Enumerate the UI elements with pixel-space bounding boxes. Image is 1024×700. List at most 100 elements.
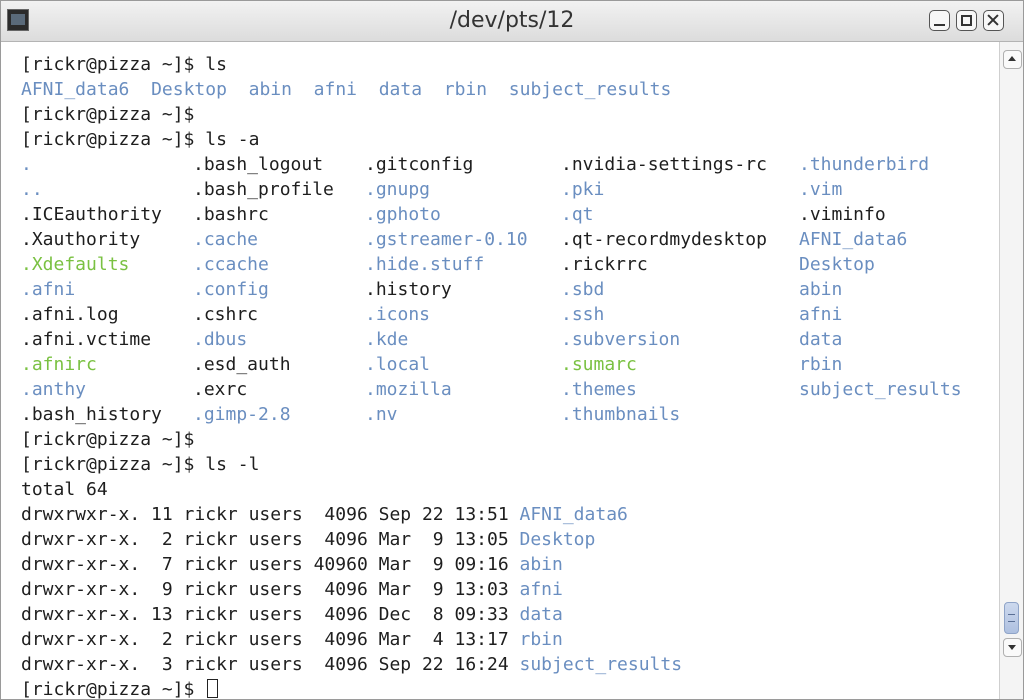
vertical-scrollbar[interactable] — [999, 42, 1023, 699]
ls-l-row: drwxr-xr-x. 2 rickr users 4096 Mar 9 13:… — [21, 527, 595, 552]
maximize-button[interactable] — [956, 10, 977, 31]
directory-entry: Desktop — [519, 529, 596, 550]
file-entry: .qt-recordmydesktop — [561, 229, 767, 250]
file-entry: .nv — [365, 404, 398, 425]
file-entry: .sbd — [561, 279, 605, 300]
file-entry: .rickrrc — [561, 254, 648, 275]
file-entry: .thumbnails — [561, 404, 681, 425]
file-entry: afni — [799, 304, 843, 325]
minimize-button[interactable] — [929, 10, 950, 31]
directory-entry: abin — [248, 79, 292, 100]
ls-l-row: drwxr-xr-x. 13 rickr users 4096 Dec 8 09… — [21, 602, 563, 627]
file-metadata: drwxrwxr-x. 11 rickr users 4096 Sep 22 1… — [21, 504, 520, 525]
prompt: [rickr@pizza ~]$ — [21, 679, 195, 699]
file-entry: .gstreamer-0.10 — [365, 229, 528, 250]
file-entry: .dbus — [193, 329, 248, 350]
command-line: [rickr@pizza ~]$ ls -a — [21, 129, 260, 150]
terminal-output[interactable]: [rickr@pizza ~]$ ls AFNI_data6 Desktop a… — [1, 42, 999, 699]
command-line: [rickr@pizza ~]$ ls — [21, 54, 227, 75]
file-entry: . — [21, 154, 32, 175]
file-entry: .bash_profile — [193, 179, 334, 200]
file-entry: subject_results — [799, 379, 962, 400]
file-entry: .gitconfig — [365, 154, 474, 175]
command-line: [rickr@pizza ~]$ — [21, 427, 194, 452]
directory-entry: rbin — [443, 79, 488, 100]
file-entry: .afni.vctime — [21, 329, 152, 350]
ls-l-row: drwxrwxr-x. 11 rickr users 4096 Sep 22 1… — [21, 502, 628, 527]
directory-entry: Desktop — [151, 79, 227, 100]
file-entry: .thunderbird — [799, 154, 930, 175]
command-line: [rickr@pizza ~]$ — [21, 677, 219, 699]
ls-output-line: AFNI_data6 Desktop abin afni data rbin s… — [21, 77, 671, 102]
file-entry: .viminfo — [799, 204, 886, 225]
file-entry: .anthy — [21, 379, 87, 400]
prompt: [rickr@pizza ~]$ — [21, 54, 195, 75]
ls-l-row: drwxr-xr-x. 3 rickr users 4096 Sep 22 16… — [21, 652, 682, 677]
scroll-down-arrow-icon[interactable] — [1003, 638, 1022, 657]
file-metadata: drwxr-xr-x. 2 rickr users 4096 Mar 9 13:… — [21, 529, 520, 550]
command-line: [rickr@pizza ~]$ ls -l — [21, 454, 260, 475]
file-entry: data — [799, 329, 843, 350]
file-entry: .Xauthority — [21, 229, 141, 250]
file-entry: .gimp-2.8 — [193, 404, 291, 425]
file-entry: .afni — [21, 279, 76, 300]
prompt: [rickr@pizza ~]$ — [21, 129, 195, 150]
file-entry: .nvidia-settings-rc — [561, 154, 767, 175]
file-entry: .cache — [193, 229, 259, 250]
ls-l-row: drwxr-xr-x. 9 rickr users 4096 Mar 9 13:… — [21, 577, 563, 602]
file-entry: .history — [365, 279, 452, 300]
scroll-up-arrow-icon[interactable] — [1003, 50, 1022, 69]
file-entry: .local — [365, 354, 431, 375]
directory-entry: subject_results — [519, 654, 683, 675]
directory-entry: rbin — [519, 629, 563, 650]
file-entry: .ICEauthority — [21, 204, 162, 225]
prompt: [rickr@pizza ~]$ — [21, 429, 195, 450]
file-entry: .gnupg — [365, 179, 431, 200]
file-entry: .ssh — [561, 304, 605, 325]
file-entry: .afni.log — [21, 304, 119, 325]
file-entry: .qt — [561, 204, 594, 225]
scrollbar-thumb[interactable] — [1004, 602, 1019, 634]
file-entry: .kde — [365, 329, 409, 350]
file-metadata: drwxr-xr-x. 2 rickr users 4096 Mar 4 13:… — [21, 629, 520, 650]
directory-entry: afni — [519, 579, 563, 600]
directory-entry: AFNI_data6 — [519, 504, 628, 525]
file-entry: abin — [799, 279, 843, 300]
file-entry: .esd_auth — [193, 354, 291, 375]
file-metadata: drwxr-xr-x. 9 rickr users 4096 Mar 9 13:… — [21, 579, 520, 600]
title-bar[interactable]: /dev/pts/12 — [1, 1, 1023, 42]
file-entry: .vim — [799, 179, 843, 200]
directory-entry: AFNI_data6 — [21, 79, 130, 100]
file-entry: .bash_logout — [193, 154, 324, 175]
command-line: [rickr@pizza ~]$ — [21, 102, 194, 127]
file-entry: .config — [193, 279, 269, 300]
file-metadata: drwxr-xr-x. 7 rickr users 40960 Mar 9 09… — [21, 554, 520, 575]
ls-l-row: drwxr-xr-x. 2 rickr users 4096 Mar 4 13:… — [21, 627, 563, 652]
file-entry: .themes — [561, 379, 637, 400]
file-metadata: drwxr-xr-x. 13 rickr users 4096 Dec 8 09… — [21, 604, 520, 625]
file-entry: .hide.stuff — [365, 254, 485, 275]
file-entry: rbin — [799, 354, 843, 375]
directory-entry: afni — [313, 79, 358, 100]
window-title: /dev/pts/12 — [449, 8, 575, 33]
file-entry: .pki — [561, 179, 605, 200]
prompt: [rickr@pizza ~]$ — [21, 104, 195, 125]
directory-entry: data — [378, 79, 423, 100]
file-entry: .Xdefaults — [21, 254, 130, 275]
ls-l-row: drwxr-xr-x. 7 rickr users 40960 Mar 9 09… — [21, 552, 563, 577]
file-entry: .icons — [365, 304, 431, 325]
directory-entry: abin — [519, 554, 563, 575]
close-button[interactable] — [983, 10, 1004, 31]
file-entry: .mozilla — [365, 379, 452, 400]
file-entry: .exrc — [193, 379, 248, 400]
terminal-window: /dev/pts/12 [rickr@pizza ~]$ ls AFNI_dat… — [0, 0, 1024, 700]
file-entry: .. — [21, 179, 43, 200]
file-entry: .sumarc — [561, 354, 637, 375]
file-entry: .bashrc — [193, 204, 269, 225]
file-entry: .ccache — [193, 254, 269, 275]
total-line: total 64 — [21, 479, 108, 500]
directory-entry: subject_results — [508, 79, 672, 100]
file-entry: .cshrc — [193, 304, 259, 325]
file-entry: .bash_history — [21, 404, 162, 425]
file-metadata: drwxr-xr-x. 3 rickr users 4096 Sep 22 16… — [21, 654, 520, 675]
